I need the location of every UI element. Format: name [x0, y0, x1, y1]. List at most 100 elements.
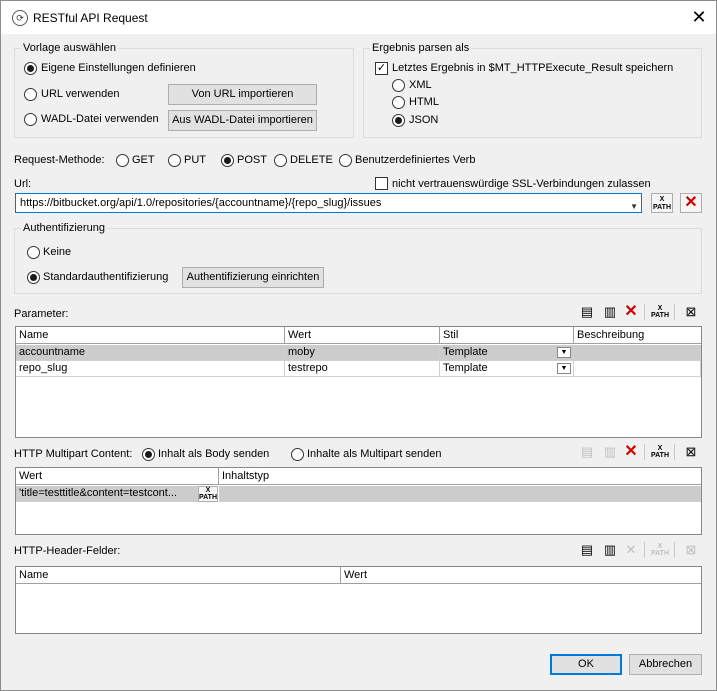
multipart-multi-radio[interactable] [291, 448, 304, 461]
import-from-wadl-button[interactable]: Aus WADL-Datei importieren [168, 110, 317, 131]
parse-json-radio[interactable] [392, 114, 405, 127]
param-name-cell[interactable]: accountname [16, 345, 285, 361]
template-option-custom-label: Eigene Einstellungen definieren [41, 62, 196, 74]
parse-html-radio[interactable] [392, 96, 405, 109]
column-header-value[interactable]: Wert [341, 567, 701, 584]
insert-row-icon: ▥ [603, 444, 617, 459]
delete-row-icon[interactable]: ✕ [622, 444, 640, 460]
multipart-type-cell[interactable] [219, 486, 701, 502]
method-get-radio[interactable] [116, 154, 129, 167]
xpath-icon: X PATH [652, 196, 672, 211]
toolbar-separator [644, 444, 645, 460]
method-post-radio[interactable] [221, 154, 234, 167]
url-input[interactable]: https://bitbucket.org/api/1.0/repositori… [15, 193, 642, 213]
method-get-label: GET [132, 154, 155, 166]
column-header-value[interactable]: Wert [16, 468, 219, 485]
auth-setup-button[interactable]: Authentifizierung einrichten [182, 267, 324, 288]
clear-all-icon[interactable]: ⊠ [682, 444, 700, 460]
add-row-icon[interactable]: ▤ [578, 304, 596, 320]
param-style-value: Template [443, 346, 488, 358]
xpath-icon[interactable]: X PATH [651, 445, 669, 461]
import-from-url-button[interactable]: Von URL importieren [168, 84, 317, 105]
dialog-title: RESTful API Request [33, 11, 148, 25]
column-header-name[interactable]: Name [16, 327, 285, 344]
param-style-cell[interactable]: Template ▼ [440, 345, 574, 361]
method-put-label: PUT [184, 154, 206, 166]
multipart-value-cell[interactable]: 'title=testtitle&content=testcont... [16, 486, 198, 502]
auth-standard-label: Standardauthentifizierung [43, 271, 169, 283]
method-custom-verb-label: Benutzerdefiniertes Verb [355, 154, 476, 166]
parse-json-label: JSON [409, 114, 439, 126]
close-button[interactable]: ✕ [685, 5, 713, 31]
multipart-body-radio[interactable] [142, 448, 155, 461]
parse-xml-label: XML [409, 79, 432, 91]
parse-xml-radio[interactable] [392, 79, 405, 92]
clear-all-icon[interactable]: ⊠ [682, 304, 700, 320]
parameters-label: Parameter: [14, 308, 69, 320]
toolbar-separator [644, 542, 645, 558]
param-value-cell[interactable]: moby [285, 345, 440, 361]
column-header-description[interactable]: Beschreibung [574, 327, 701, 344]
toolbar-separator [644, 304, 645, 320]
auth-standard-radio[interactable] [27, 271, 40, 284]
ok-button[interactable]: OK [550, 654, 622, 675]
multipart-label: HTTP Multipart Content: [14, 448, 133, 460]
param-description-cell[interactable] [574, 361, 701, 377]
table-header: Name Wert Stil Beschreibung [16, 327, 701, 344]
method-delete-label: DELETE [290, 154, 333, 166]
request-method-label: Request-Methode: [14, 154, 105, 166]
xpath-icon: X PATH [651, 543, 670, 557]
param-description-cell[interactable] [574, 345, 701, 361]
column-header-name[interactable]: Name [16, 567, 341, 584]
delete-row-icon[interactable]: ✕ [622, 304, 640, 320]
parameters-table: Name Wert Stil Beschreibung accountname … [15, 326, 702, 438]
insert-row-icon[interactable]: ▥ [601, 542, 619, 558]
save-result-label: Letztes Ergebnis in $MT_HTTPExecute_Resu… [392, 62, 674, 74]
chevron-down-icon[interactable]: ▼ [557, 347, 571, 358]
chevron-down-icon[interactable]: ▼ [557, 363, 571, 374]
column-header-value[interactable]: Wert [285, 327, 440, 344]
table-row[interactable]: 'title=testtitle&content=testcont... X P… [16, 486, 701, 502]
table-row[interactable]: accountname moby Template ▼ [16, 345, 701, 361]
template-option-wadl-label: WADL-Datei verwenden [41, 113, 159, 125]
param-name-cell[interactable]: repo_slug [16, 361, 285, 377]
table-row[interactable]: repo_slug testrepo Template ▼ [16, 361, 701, 377]
method-custom-verb-radio[interactable] [339, 154, 352, 167]
url-xpath-button[interactable]: X PATH [651, 193, 673, 213]
xpath-icon[interactable]: X PATH [198, 486, 218, 502]
auth-none-label: Keine [43, 246, 72, 258]
param-style-cell[interactable]: Template ▼ [440, 361, 574, 377]
cancel-button[interactable]: Abbrechen [629, 654, 702, 675]
column-header-content-type[interactable]: Inhaltstyp [219, 468, 701, 485]
title-bar: ⟳ RESTful API Request ✕ [1, 1, 716, 34]
param-value-cell[interactable]: testrepo [285, 361, 440, 377]
add-row-icon: ▤ [580, 444, 594, 459]
restful-api-request-dialog: ⟳ RESTful API Request ✕ Vorlage auswähle… [0, 0, 717, 691]
insert-row-icon[interactable]: ▥ [601, 304, 619, 320]
param-style-value: Template [443, 362, 488, 374]
clear-all-icon: ⊠ [685, 542, 697, 557]
chevron-down-icon[interactable]: ▼ [630, 198, 638, 212]
template-option-custom-radio[interactable] [24, 62, 37, 75]
url-clear-button[interactable]: ✕ [680, 193, 702, 213]
add-row-icon[interactable]: ▤ [578, 542, 596, 558]
multipart-body-label: Inhalt als Body senden [158, 448, 270, 460]
ssl-checkbox[interactable] [375, 177, 388, 190]
table-header: Name Wert [16, 567, 701, 584]
url-label: Url: [14, 178, 32, 190]
method-put-radio[interactable] [168, 154, 181, 167]
save-result-checkbox[interactable]: ✓ [375, 62, 388, 75]
url-value: https://bitbucket.org/api/1.0/repositori… [20, 197, 382, 209]
xpath-icon[interactable]: X PATH [651, 305, 669, 321]
template-group-label: Vorlage auswählen [21, 42, 118, 54]
method-delete-radio[interactable] [274, 154, 287, 167]
auth-group-label: Authentifizierung [21, 222, 107, 234]
auth-none-radio[interactable] [27, 246, 40, 259]
template-option-url-radio[interactable] [24, 88, 37, 101]
multipart-multi-label: Inhalte als Multipart senden [307, 448, 442, 460]
template-option-url-label: URL verwenden [41, 88, 120, 100]
method-post-label: POST [237, 154, 267, 166]
column-header-style[interactable]: Stil [440, 327, 574, 344]
toolbar-separator [674, 444, 675, 460]
template-option-wadl-radio[interactable] [24, 113, 37, 126]
